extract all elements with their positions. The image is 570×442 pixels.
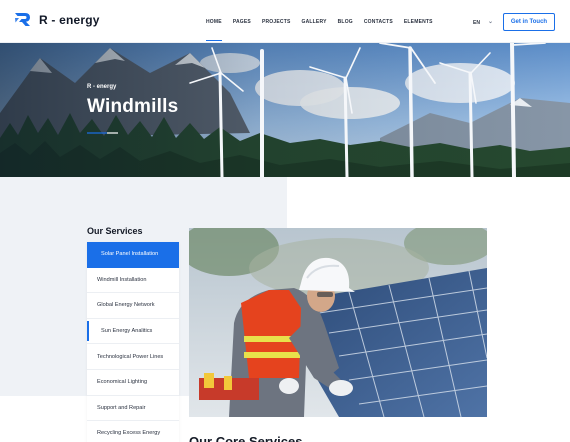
get-in-touch-button[interactable]: Get in Touch bbox=[503, 13, 555, 31]
service-item-windmill[interactable]: Windmill Installation bbox=[87, 268, 179, 294]
nav-home[interactable]: HOME bbox=[206, 19, 222, 41]
services-menu: Solar Panel Installation Windmill Instal… bbox=[87, 242, 179, 442]
hero-banner: R - energy Windmills bbox=[0, 43, 570, 177]
nav-elements[interactable]: ELEMENTS bbox=[404, 19, 433, 25]
language-label: EN bbox=[473, 19, 480, 26]
main-nav: HOME PAGES PROJECTS GALLERY BLOG CONTACT… bbox=[206, 19, 444, 41]
nav-blog[interactable]: BLOG bbox=[338, 19, 353, 25]
service-item-recycling[interactable]: Recycling Excess Energy bbox=[87, 421, 179, 442]
core-services-heading: Our Core Services bbox=[189, 434, 303, 442]
page-title: Windmills bbox=[87, 96, 179, 117]
logo-icon bbox=[15, 13, 30, 26]
nav-gallery[interactable]: GALLERY bbox=[302, 19, 327, 25]
logo[interactable]: R - energy bbox=[14, 12, 100, 27]
language-selector[interactable]: EN ⌄ bbox=[473, 19, 493, 26]
service-item-lighting[interactable]: Economical Lighting bbox=[87, 370, 179, 396]
services-heading: Our Services bbox=[87, 226, 143, 236]
nav-pages[interactable]: PAGES bbox=[233, 19, 251, 25]
solar-worker-image bbox=[189, 228, 487, 417]
site-header: R - energy HOME PAGES PROJECTS GALLERY B… bbox=[0, 0, 570, 43]
service-item-solar-panel[interactable]: Solar Panel Installation bbox=[87, 242, 179, 268]
service-item-global-network[interactable]: Global Energy Network bbox=[87, 293, 179, 319]
windmills-hero-image bbox=[0, 43, 570, 177]
service-item-support[interactable]: Support and Repair bbox=[87, 396, 179, 422]
service-item-sun-analitics[interactable]: Sun Energy Analitics bbox=[87, 319, 179, 345]
chevron-down-icon: ⌄ bbox=[487, 19, 493, 25]
brand-name: R - energy bbox=[39, 12, 100, 27]
nav-contacts[interactable]: CONTACTS bbox=[364, 19, 393, 25]
hero-breadcrumb: R - energy bbox=[87, 84, 117, 90]
service-item-power-lines[interactable]: Technological Power Lines bbox=[87, 344, 179, 370]
nav-projects[interactable]: PROJECTS bbox=[262, 19, 291, 25]
title-underline bbox=[87, 132, 118, 134]
solar-worker-illustration bbox=[189, 228, 487, 417]
